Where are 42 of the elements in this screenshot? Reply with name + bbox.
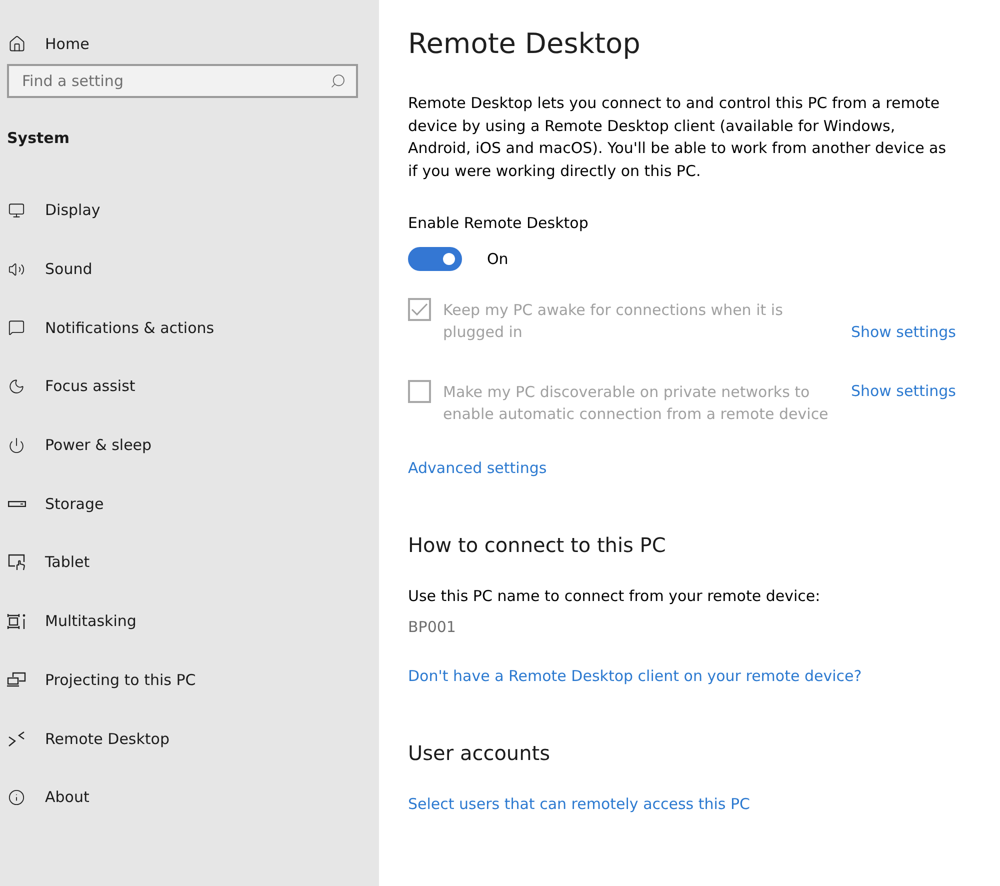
nav-item[interactable]: Notifications & actions (0, 298, 224, 358)
section-heading: How to connect to this PC (408, 532, 666, 559)
search-field[interactable]: Find a setting (7, 64, 358, 98)
nav-item[interactable]: Display (0, 181, 110, 240)
section-heading: System (7, 128, 70, 148)
nav-item[interactable]: Sound (0, 240, 102, 298)
projecting-screens-icon (7, 672, 26, 688)
power-icon (8, 436, 25, 454)
info-icon (8, 788, 25, 806)
toggle-state-text: On (487, 250, 508, 268)
client-help-link[interactable]: Don't have a Remote Desktop client on your remote device? (408, 665, 862, 687)
description-text: Remote Desktop lets you connect to and control this PC from a remote device by using a Remote Desktop client (available for Windows, Android, iOS and macOS). You'll be able to work from another device as if you were working directly on this PC. (408, 93, 948, 182)
pc-name-text: BP001 (408, 617, 456, 638)
message-icon (8, 319, 25, 336)
home-link[interactable]: Home (0, 24, 100, 64)
option-text: Keep my PC awake for connections when it is plugged in (443, 300, 784, 343)
search-icon (330, 73, 346, 89)
select-users-link[interactable]: Select users that can remotely access this PC (408, 793, 750, 815)
speaker-icon (8, 260, 25, 278)
nav-item[interactable]: About (0, 768, 100, 827)
monitor-icon (8, 202, 25, 219)
instruction-text: Use this PC name to connect from your remote device: (408, 586, 820, 607)
option-text: Make my PC discoverable on private networks to enable automatic connection from a remote device (443, 382, 830, 425)
nav-item[interactable]: Focus assist (0, 357, 146, 416)
home-icon (8, 35, 26, 53)
nav-item[interactable]: Multitasking (0, 592, 146, 650)
checkmark-icon (411, 303, 428, 316)
nav-item[interactable]: Projecting to this PC (0, 650, 206, 710)
remote-arrows-icon (8, 730, 25, 747)
advanced-settings-link[interactable]: Advanced settings (408, 457, 547, 479)
section-heading: User accounts (408, 740, 550, 767)
multitasking-icon (7, 612, 26, 630)
page-title: Remote Desktop (408, 26, 640, 62)
nav-item[interactable]: Power & sleep (0, 416, 162, 474)
toggle-label: Enable Remote Desktop (408, 213, 588, 234)
moon-icon (8, 378, 25, 395)
enable-toggle[interactable] (408, 247, 462, 271)
nav-item[interactable]: Storage (0, 474, 114, 534)
nav-item[interactable]: Tablet (0, 533, 100, 592)
storage-drive-icon (8, 500, 26, 507)
tablet-touch-icon (8, 554, 26, 571)
nav-item[interactable]: Remote Desktop (0, 709, 180, 768)
